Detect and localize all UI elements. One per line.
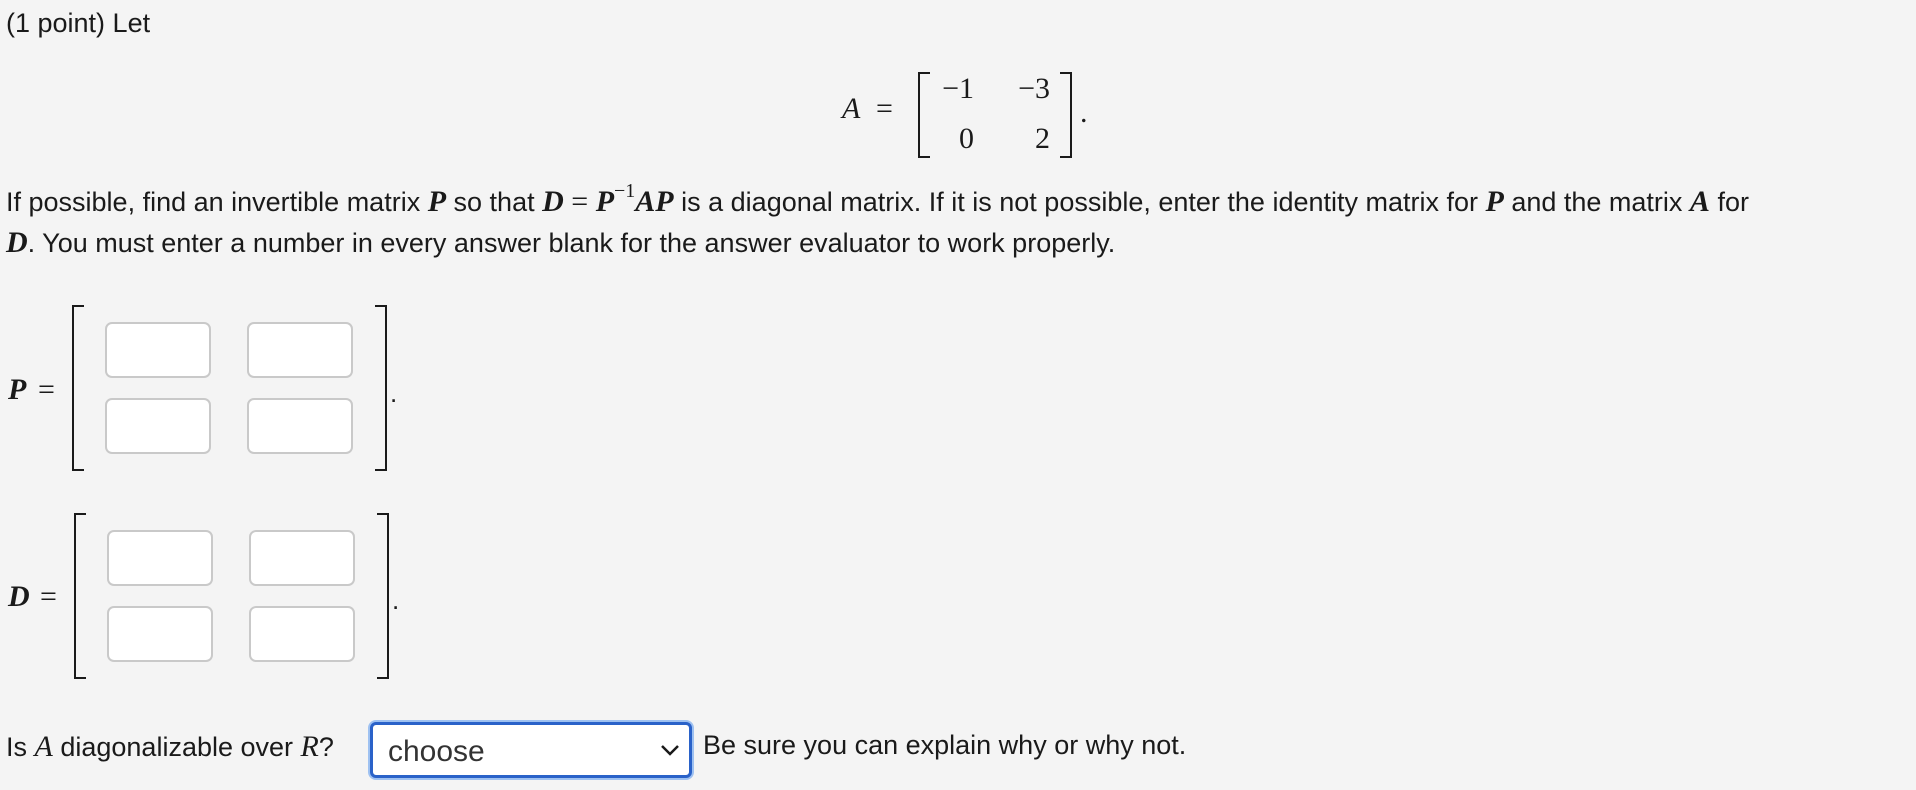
matrix-a-entry: −1 xyxy=(942,72,974,105)
points-label: (1 point) Let xyxy=(6,8,151,38)
matrix-d-right-bracket xyxy=(377,513,389,679)
instruction-text: and the matrix xyxy=(1503,187,1690,217)
matrix-d-entry-1-2[interactable] xyxy=(249,530,355,586)
math-a: A xyxy=(1689,185,1710,218)
matrix-p-entry-1-1[interactable] xyxy=(105,322,211,378)
math-superscript: −1 xyxy=(614,180,636,202)
math-d: D xyxy=(542,185,564,218)
matrix-p-equals: = xyxy=(38,373,55,406)
matrix-d-entry-1-1[interactable] xyxy=(107,530,213,586)
question-text: diagonalizable over xyxy=(52,732,301,762)
matrix-p-left-bracket xyxy=(72,305,84,471)
matrix-p-period: . xyxy=(390,378,398,408)
math-p: P xyxy=(427,185,447,218)
instruction-text: If possible, find an invertible matrix xyxy=(6,187,428,217)
instruction-text: . You must enter a number in every answe… xyxy=(27,228,1116,258)
matrix-a-entry: 2 xyxy=(1035,122,1050,155)
matrix-p-name: P xyxy=(8,373,27,406)
matrix-d-equals: = xyxy=(40,580,57,613)
explain-note: Be sure you can explain why or why not. xyxy=(703,730,1187,760)
math-p: P xyxy=(1485,185,1504,218)
math-r: R xyxy=(300,730,319,763)
matrix-d-entry-2-1[interactable] xyxy=(107,606,213,662)
diagonalizable-question: Is A diagonalizable over R? xyxy=(6,730,334,764)
matrix-a-left-bracket xyxy=(918,72,930,158)
matrix-d-period: . xyxy=(392,585,400,615)
matrix-p-entry-2-2[interactable] xyxy=(247,398,353,454)
matrix-d-name: D xyxy=(8,580,30,613)
math-a: A xyxy=(34,730,53,763)
chevron-down-icon xyxy=(659,739,681,766)
question-text: Is xyxy=(6,732,35,762)
question-mark: ? xyxy=(318,732,334,762)
matrix-a-right-bracket xyxy=(1060,72,1072,158)
math-d: D xyxy=(6,226,28,259)
math-ap: AP xyxy=(635,185,674,218)
matrix-a-equals: = xyxy=(876,92,893,125)
matrix-p-entry-2-1[interactable] xyxy=(105,398,211,454)
matrix-a-period: . xyxy=(1080,96,1088,129)
instructions-line-2: D. You must enter a number in every answ… xyxy=(6,226,1115,260)
instruction-text: so that xyxy=(446,187,543,217)
math-equals: = xyxy=(563,185,596,218)
math-p: P xyxy=(595,185,615,218)
matrix-p-right-bracket xyxy=(375,305,387,471)
instruction-text: for xyxy=(1709,187,1749,217)
instructions-line-1: If possible, find an invertible matrix P… xyxy=(6,180,1749,219)
instruction-text: is a diagonal matrix. If it is not possi… xyxy=(673,187,1486,217)
matrix-a-name: A xyxy=(842,92,861,125)
matrix-a-entry: −3 xyxy=(1018,72,1050,105)
select-value: choose xyxy=(388,735,485,768)
matrix-a-entry: 0 xyxy=(959,122,974,155)
diagonalizable-select[interactable]: choose xyxy=(370,722,692,778)
matrix-p-entry-1-2[interactable] xyxy=(247,322,353,378)
matrix-d-entry-2-2[interactable] xyxy=(249,606,355,662)
matrix-d-left-bracket xyxy=(74,513,86,679)
